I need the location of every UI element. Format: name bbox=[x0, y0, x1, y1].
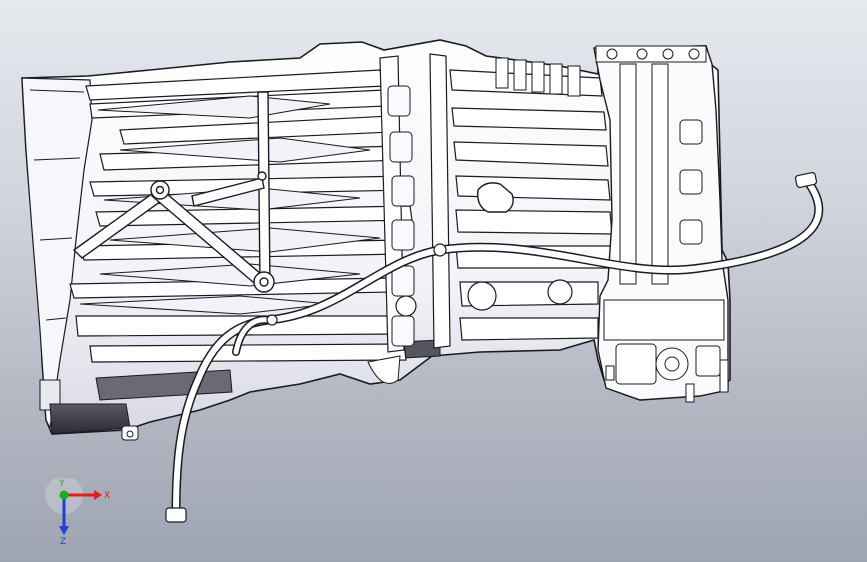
x-axis-label: X bbox=[104, 491, 110, 501]
x-axis-arrowhead bbox=[94, 490, 102, 500]
transmission-model[interactable] bbox=[0, 0, 867, 562]
z-axis-label: Z bbox=[60, 537, 66, 544]
y-axis-label: Y bbox=[58, 479, 65, 489]
y-axis-dot bbox=[59, 490, 69, 500]
hose-fitting bbox=[165, 507, 187, 523]
view-orientation-triad[interactable]: X Y Z bbox=[44, 478, 116, 544]
graphics-viewport[interactable]: X Y Z bbox=[0, 0, 867, 562]
z-axis-arrowhead bbox=[59, 526, 69, 535]
